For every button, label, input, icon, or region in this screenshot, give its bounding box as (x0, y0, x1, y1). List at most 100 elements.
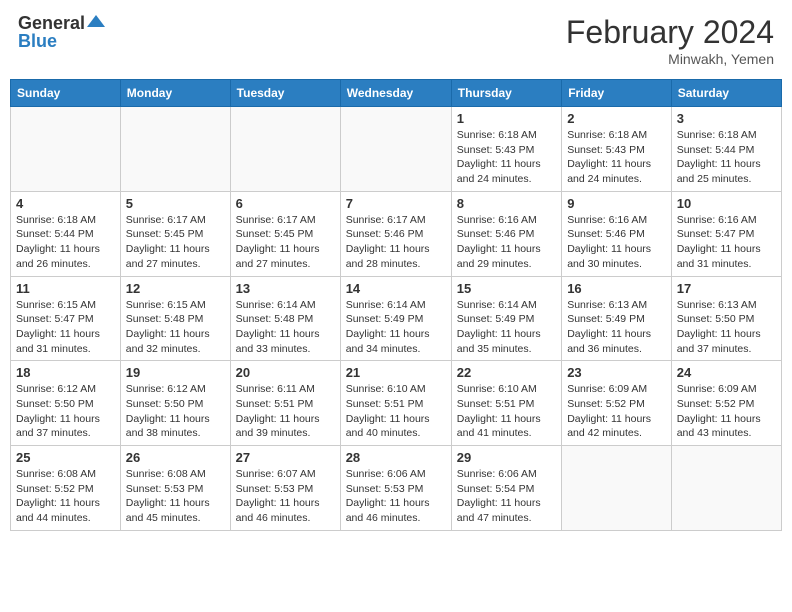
day-number: 11 (16, 281, 115, 296)
calendar-day-cell: 5 Sunrise: 6:17 AMSunset: 5:45 PMDaylight… (120, 191, 230, 276)
day-info: Sunrise: 6:06 AMSunset: 5:53 PMDaylight:… (346, 467, 446, 526)
day-number: 8 (457, 196, 556, 211)
calendar-day-cell: 13 Sunrise: 6:14 AMSunset: 5:48 PMDayligh… (230, 276, 340, 361)
calendar-day-cell: 24 Sunrise: 6:09 AMSunset: 5:52 PMDayligh… (671, 361, 781, 446)
day-info: Sunrise: 6:14 AMSunset: 5:49 PMDaylight:… (457, 298, 556, 357)
day-info: Sunrise: 6:17 AMSunset: 5:45 PMDaylight:… (126, 213, 225, 272)
day-number: 25 (16, 450, 115, 465)
calendar-day-cell: 18 Sunrise: 6:12 AMSunset: 5:50 PMDayligh… (11, 361, 121, 446)
day-info: Sunrise: 6:12 AMSunset: 5:50 PMDaylight:… (16, 382, 115, 441)
day-info: Sunrise: 6:07 AMSunset: 5:53 PMDaylight:… (236, 467, 335, 526)
day-number: 3 (677, 111, 776, 126)
day-number: 19 (126, 365, 225, 380)
day-info: Sunrise: 6:16 AMSunset: 5:46 PMDaylight:… (457, 213, 556, 272)
day-info: Sunrise: 6:10 AMSunset: 5:51 PMDaylight:… (457, 382, 556, 441)
day-number: 28 (346, 450, 446, 465)
weekday-header: Friday (562, 80, 672, 107)
day-info: Sunrise: 6:18 AMSunset: 5:44 PMDaylight:… (677, 128, 776, 187)
calendar-day-cell: 21 Sunrise: 6:10 AMSunset: 5:51 PMDayligh… (340, 361, 451, 446)
day-number: 17 (677, 281, 776, 296)
day-info: Sunrise: 6:10 AMSunset: 5:51 PMDaylight:… (346, 382, 446, 441)
day-number: 24 (677, 365, 776, 380)
day-number: 20 (236, 365, 335, 380)
page-header: General Blue February 2024 Minwakh, Yeme… (10, 10, 782, 71)
day-info: Sunrise: 6:11 AMSunset: 5:51 PMDaylight:… (236, 382, 335, 441)
calendar-day-cell: 1 Sunrise: 6:18 AMSunset: 5:43 PMDaylight… (451, 107, 561, 192)
day-number: 9 (567, 196, 666, 211)
day-info: Sunrise: 6:15 AMSunset: 5:47 PMDaylight:… (16, 298, 115, 357)
calendar-day-cell (340, 107, 451, 192)
calendar-day-cell: 15 Sunrise: 6:14 AMSunset: 5:49 PMDayligh… (451, 276, 561, 361)
day-number: 23 (567, 365, 666, 380)
calendar-day-cell (671, 446, 781, 531)
weekday-header: Saturday (671, 80, 781, 107)
day-number: 15 (457, 281, 556, 296)
calendar-day-cell: 17 Sunrise: 6:13 AMSunset: 5:50 PMDayligh… (671, 276, 781, 361)
day-number: 14 (346, 281, 446, 296)
calendar-week-row: 18 Sunrise: 6:12 AMSunset: 5:50 PMDayligh… (11, 361, 782, 446)
calendar-header-row: SundayMondayTuesdayWednesdayThursdayFrid… (11, 80, 782, 107)
day-info: Sunrise: 6:12 AMSunset: 5:50 PMDaylight:… (126, 382, 225, 441)
calendar-week-row: 11 Sunrise: 6:15 AMSunset: 5:47 PMDayligh… (11, 276, 782, 361)
day-info: Sunrise: 6:13 AMSunset: 5:50 PMDaylight:… (677, 298, 776, 357)
day-info: Sunrise: 6:14 AMSunset: 5:48 PMDaylight:… (236, 298, 335, 357)
day-info: Sunrise: 6:08 AMSunset: 5:53 PMDaylight:… (126, 467, 225, 526)
calendar-day-cell (11, 107, 121, 192)
calendar-day-cell: 14Sunrise: 6:14 AMSunset: 5:49 PMDayligh… (340, 276, 451, 361)
calendar-day-cell: 27 Sunrise: 6:07 AMSunset: 5:53 PMDayligh… (230, 446, 340, 531)
day-number: 10 (677, 196, 776, 211)
weekday-header: Tuesday (230, 80, 340, 107)
day-number: 4 (16, 196, 115, 211)
weekday-header: Thursday (451, 80, 561, 107)
day-number: 27 (236, 450, 335, 465)
day-info: Sunrise: 6:18 AMSunset: 5:44 PMDaylight:… (16, 213, 115, 272)
day-number: 13 (236, 281, 335, 296)
month-year-title: February 2024 (566, 14, 774, 51)
calendar-week-row: 1 Sunrise: 6:18 AMSunset: 5:43 PMDaylight… (11, 107, 782, 192)
calendar-day-cell: 28 Sunrise: 6:06 AMSunset: 5:53 PMDayligh… (340, 446, 451, 531)
day-info: Sunrise: 6:18 AMSunset: 5:43 PMDaylight:… (457, 128, 556, 187)
calendar-day-cell: 29 Sunrise: 6:06 AMSunset: 5:54 PMDayligh… (451, 446, 561, 531)
day-info: Sunrise: 6:15 AMSunset: 5:48 PMDaylight:… (126, 298, 225, 357)
day-number: 21 (346, 365, 446, 380)
calendar-day-cell: 2 Sunrise: 6:18 AMSunset: 5:43 PMDaylight… (562, 107, 672, 192)
calendar-day-cell: 25 Sunrise: 6:08 AMSunset: 5:52 PMDayligh… (11, 446, 121, 531)
day-info: Sunrise: 6:08 AMSunset: 5:52 PMDaylight:… (16, 467, 115, 526)
day-number: 5 (126, 196, 225, 211)
day-number: 26 (126, 450, 225, 465)
calendar-day-cell: 11 Sunrise: 6:15 AMSunset: 5:47 PMDayligh… (11, 276, 121, 361)
day-info: Sunrise: 6:13 AMSunset: 5:49 PMDaylight:… (567, 298, 666, 357)
day-info: Sunrise: 6:09 AMSunset: 5:52 PMDaylight:… (677, 382, 776, 441)
day-info: Sunrise: 6:18 AMSunset: 5:43 PMDaylight:… (567, 128, 666, 187)
location-subtitle: Minwakh, Yemen (566, 51, 774, 67)
weekday-header: Wednesday (340, 80, 451, 107)
logo-blue-text: Blue (18, 32, 57, 52)
calendar-day-cell: 22 Sunrise: 6:10 AMSunset: 5:51 PMDayligh… (451, 361, 561, 446)
day-info: Sunrise: 6:06 AMSunset: 5:54 PMDaylight:… (457, 467, 556, 526)
calendar-day-cell: 12 Sunrise: 6:15 AMSunset: 5:48 PMDayligh… (120, 276, 230, 361)
day-info: Sunrise: 6:09 AMSunset: 5:52 PMDaylight:… (567, 382, 666, 441)
calendar-day-cell: 26 Sunrise: 6:08 AMSunset: 5:53 PMDayligh… (120, 446, 230, 531)
logo-icon (87, 13, 105, 31)
calendar-day-cell: 20 Sunrise: 6:11 AMSunset: 5:51 PMDayligh… (230, 361, 340, 446)
calendar-table: SundayMondayTuesdayWednesdayThursdayFrid… (10, 79, 782, 531)
day-info: Sunrise: 6:17 AMSunset: 5:46 PMDaylight:… (346, 213, 446, 272)
day-number: 1 (457, 111, 556, 126)
calendar-week-row: 25 Sunrise: 6:08 AMSunset: 5:52 PMDayligh… (11, 446, 782, 531)
calendar-day-cell: 6 Sunrise: 6:17 AMSunset: 5:45 PMDaylight… (230, 191, 340, 276)
day-number: 29 (457, 450, 556, 465)
day-number: 6 (236, 196, 335, 211)
calendar-day-cell: 8 Sunrise: 6:16 AMSunset: 5:46 PMDaylight… (451, 191, 561, 276)
day-number: 2 (567, 111, 666, 126)
calendar-day-cell: 9Sunrise: 6:16 AMSunset: 5:46 PMDaylight… (562, 191, 672, 276)
calendar-day-cell: 23 Sunrise: 6:09 AMSunset: 5:52 PMDayligh… (562, 361, 672, 446)
calendar-day-cell: 4 Sunrise: 6:18 AMSunset: 5:44 PMDaylight… (11, 191, 121, 276)
day-number: 18 (16, 365, 115, 380)
title-block: February 2024 Minwakh, Yemen (566, 14, 774, 67)
calendar-day-cell: 19 Sunrise: 6:12 AMSunset: 5:50 PMDayligh… (120, 361, 230, 446)
day-info: Sunrise: 6:17 AMSunset: 5:45 PMDaylight:… (236, 213, 335, 272)
day-number: 16 (567, 281, 666, 296)
day-number: 22 (457, 365, 556, 380)
day-number: 12 (126, 281, 225, 296)
weekday-header: Monday (120, 80, 230, 107)
